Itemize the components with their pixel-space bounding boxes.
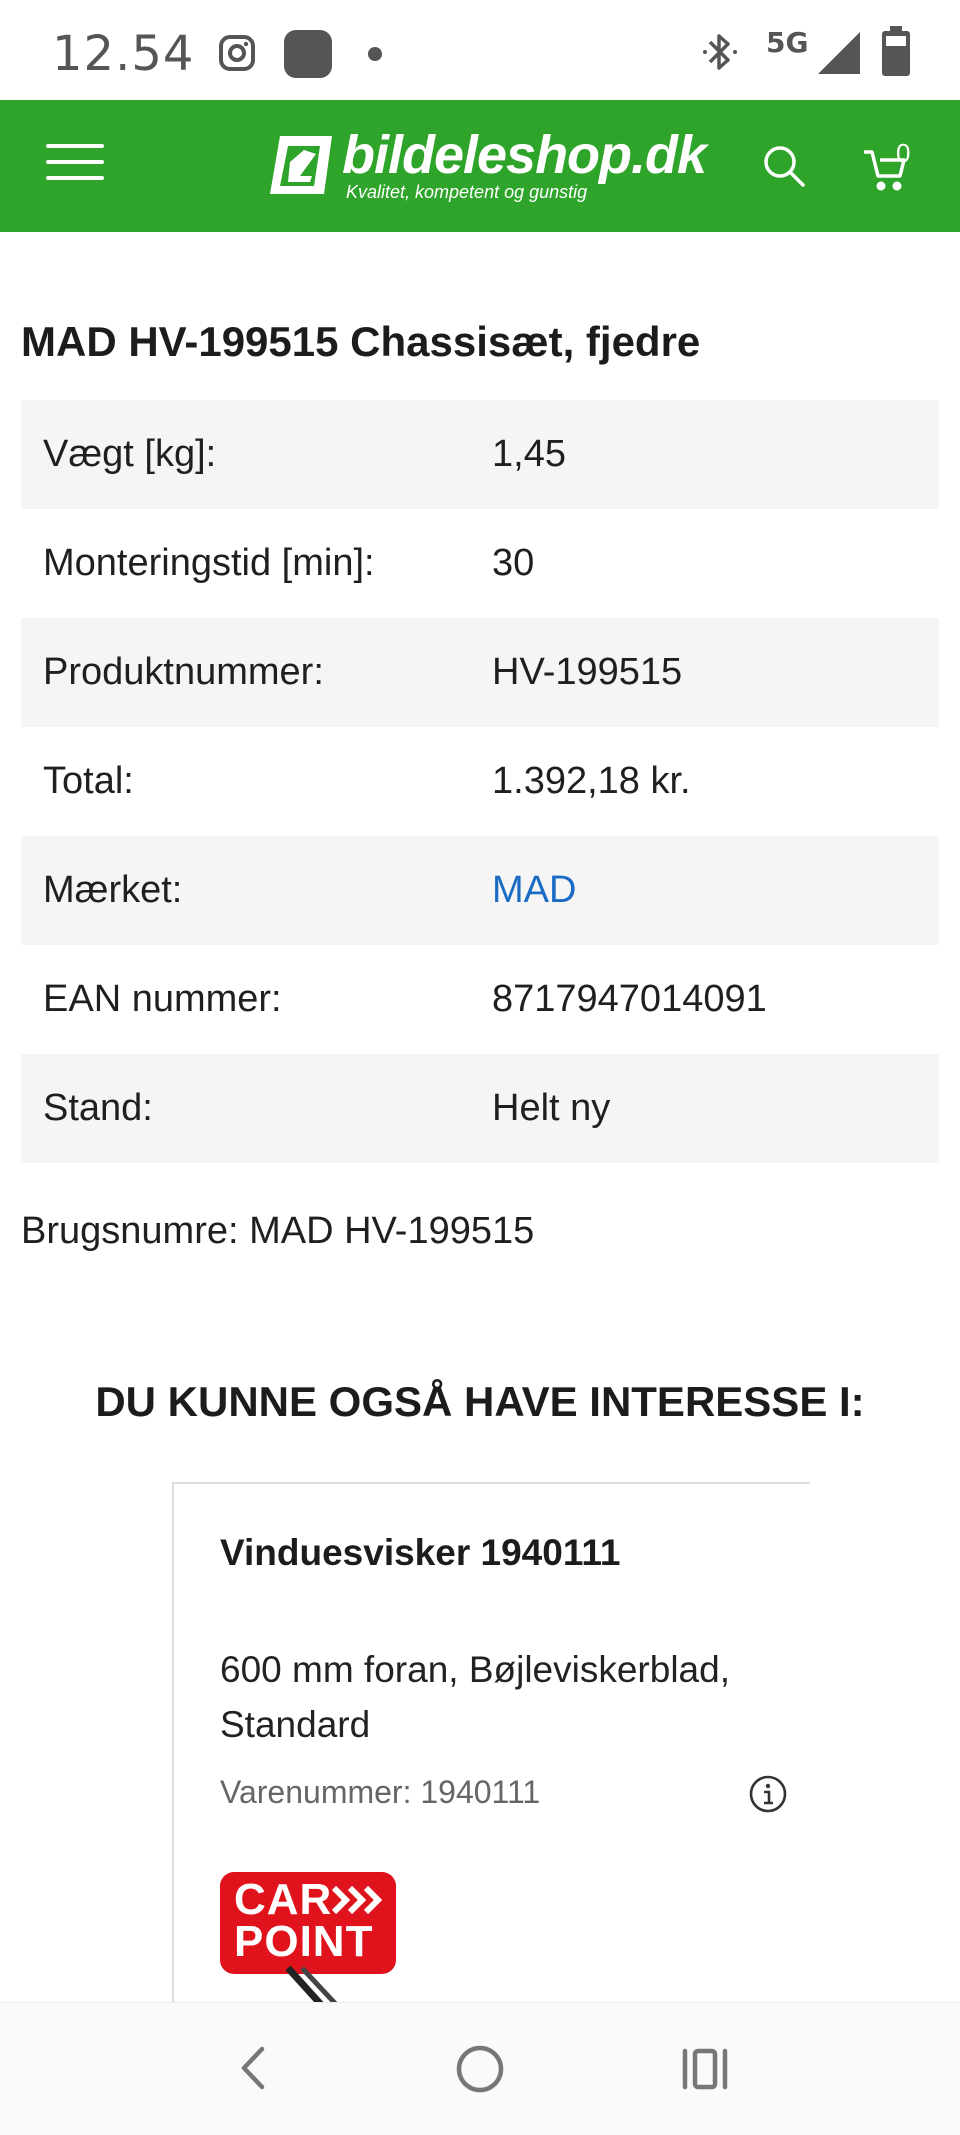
bluetooth-icon xyxy=(703,34,737,70)
search-icon[interactable] xyxy=(762,144,806,188)
brand-logo-line2: POINT xyxy=(234,1917,374,1966)
related-product-title[interactable]: Vinduesvisker 1940111 xyxy=(220,1532,620,1574)
related-product-sku: Varenummer: 1940111 xyxy=(220,1774,541,1810)
brand-link[interactable]: MAD xyxy=(492,869,576,911)
brugsnumre-text: Brugsnumre: MAD HV-199515 xyxy=(21,1210,535,1252)
carpoint-brand-logo: CAR POINT xyxy=(220,1872,396,1974)
spec-label: Total: xyxy=(43,760,134,802)
related-product-card[interactable]: Vinduesvisker 1940111 600 mm foran, Bøjl… xyxy=(172,1482,810,2024)
chevrons-icon xyxy=(331,1885,383,1915)
signal-icon xyxy=(818,32,860,74)
spec-value: HV-199515 xyxy=(470,618,939,727)
back-icon[interactable] xyxy=(228,2043,278,2093)
spec-row: Monteringstid [min]: 30 xyxy=(21,509,939,618)
spec-table: Vægt [kg]: 1,45 Monteringstid [min]: 30 … xyxy=(21,400,939,1163)
spec-label: Mærket: xyxy=(21,836,470,945)
info-icon[interactable] xyxy=(748,1774,788,1814)
spec-label: Monteringstid [min]: xyxy=(43,542,375,584)
battery-icon xyxy=(882,26,910,76)
spec-label: Vægt [kg]: xyxy=(21,400,470,509)
network-type: 5G xyxy=(766,26,809,59)
logo-name: bildeleshop.dk xyxy=(342,125,707,185)
site-header: bildeleshop.dk Kvalitet, kompetent og gu… xyxy=(0,100,960,232)
home-icon[interactable] xyxy=(454,2043,506,2095)
spec-row: Mærket: MAD xyxy=(21,836,939,945)
spec-label: Produktnummer: xyxy=(21,618,470,727)
instagram-icon xyxy=(219,35,255,71)
spec-value: 8717947014091 xyxy=(492,978,767,1020)
status-bar: 12.54 5G xyxy=(0,0,960,100)
spec-row: Produktnummer: HV-199515 xyxy=(21,618,939,727)
product-title: MAD HV-199515 Chassisæt, fjedre xyxy=(21,318,701,365)
system-nav-bar xyxy=(0,2002,960,2135)
cart-count-badge: 0 xyxy=(896,138,911,168)
recent-apps-icon[interactable] xyxy=(680,2045,730,2093)
spec-label: Stand: xyxy=(21,1054,470,1163)
spec-label: EAN nummer: xyxy=(43,978,282,1020)
spec-value: Helt ny xyxy=(470,1054,939,1163)
spec-value-brand: MAD xyxy=(470,836,939,945)
app-notification-icon xyxy=(284,30,332,78)
spec-value: 1.392,18 kr. xyxy=(492,760,691,802)
status-time: 12.54 xyxy=(52,26,195,82)
spec-row: EAN nummer: 8717947014091 xyxy=(21,945,939,1054)
logo-mark-icon xyxy=(270,136,332,194)
spec-value: 30 xyxy=(492,542,535,584)
related-product-description: 600 mm foran, Bøjleviskerblad, Standard xyxy=(220,1649,730,1745)
spec-row: Stand: Helt ny xyxy=(21,1054,939,1163)
site-logo[interactable]: bildeleshop.dk Kvalitet, kompetent og gu… xyxy=(266,125,707,210)
spec-value: 1,45 xyxy=(470,400,939,509)
notification-dot-icon xyxy=(368,47,382,61)
spec-row: Vægt [kg]: 1,45 xyxy=(21,400,939,509)
related-heading: DU KUNNE OGSÅ HAVE INTERESSE I: xyxy=(95,1378,865,1425)
hamburger-menu-icon[interactable] xyxy=(46,144,104,188)
spec-row: Total: 1.392,18 kr. xyxy=(21,727,939,836)
logo-tagline: Kvalitet, kompetent og gunstig xyxy=(346,182,588,202)
